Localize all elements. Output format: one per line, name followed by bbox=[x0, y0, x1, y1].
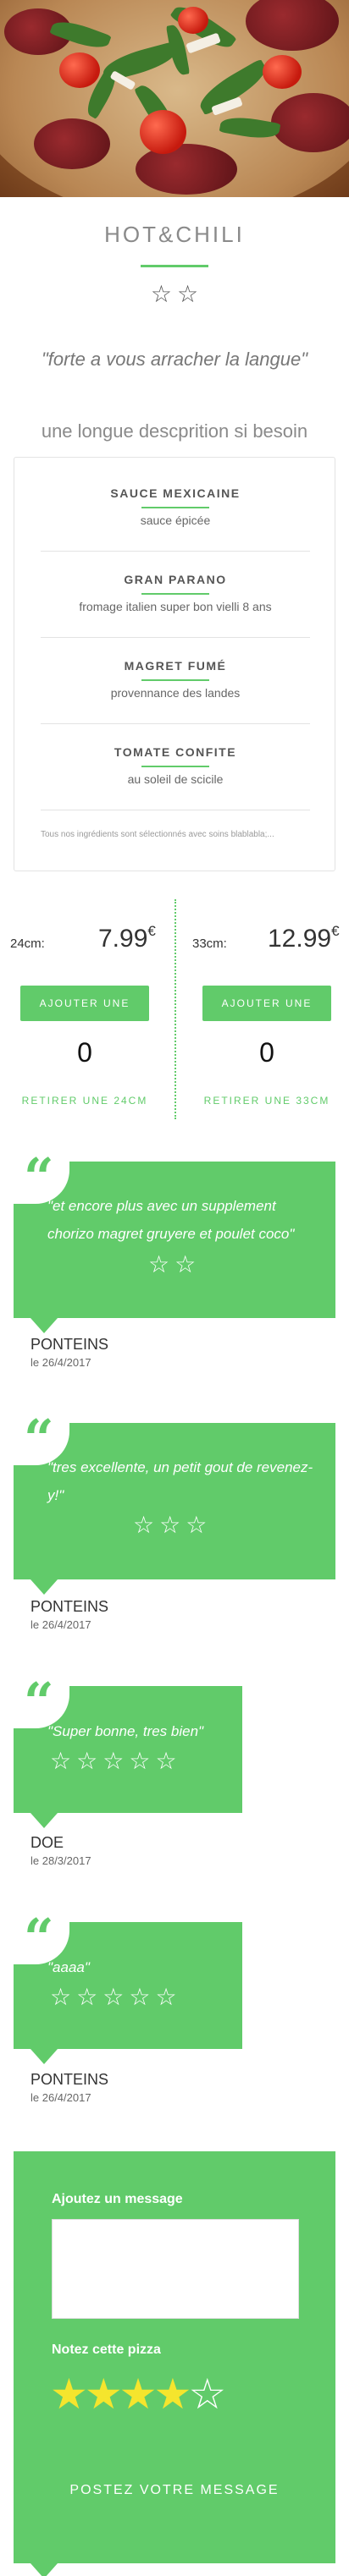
review-card: “ "et encore plus avec un supplement cho… bbox=[14, 1151, 335, 1333]
review-card: “ "tres excellente, un petit gout de rev… bbox=[14, 1413, 335, 1595]
review-text: "et encore plus avec un supplement chori… bbox=[47, 1198, 295, 1242]
review-text: "Super bonne, tres bien" bbox=[47, 1723, 204, 1739]
rate-label: Notez cette pizza bbox=[52, 2343, 161, 2357]
review-author: PONTEINS bbox=[30, 1598, 109, 1615]
review-date: le 26/4/2017 bbox=[30, 1356, 91, 1369]
ingredient-name: SAUCE MEXICAINE bbox=[110, 486, 241, 500]
product-tagline: "forte a vous arracher la langue" bbox=[41, 349, 307, 370]
quantity-33: 0 bbox=[259, 1037, 274, 1068]
review-author: PONTEINS bbox=[30, 2071, 109, 2088]
size-label-24: 24cm: bbox=[10, 936, 45, 951]
title-divider bbox=[141, 265, 208, 267]
ingredient-item: MAGRET FUMÉ provennance des landes bbox=[41, 659, 310, 700]
remove-33cm-button[interactable]: RETIRER UNE 33CM bbox=[202, 1095, 331, 1107]
review-card: “ "Super bonne, tres bien" ☆ ☆ ☆ ☆ ☆ bbox=[14, 1676, 242, 1828]
review-stars: ☆ ☆ ☆ ☆ ☆ bbox=[47, 1749, 180, 1773]
review-author: DOE bbox=[30, 1834, 64, 1851]
star-outline-icon: ☆ bbox=[76, 1983, 98, 2011]
add-24cm-button[interactable]: AJOUTER UNE 24CM bbox=[20, 986, 149, 1045]
star-outline-icon: ☆ bbox=[76, 1747, 98, 1775]
star-filled-icon[interactable]: ★ bbox=[153, 2373, 191, 2415]
ingredient-name: GRAN PARANO bbox=[124, 573, 227, 586]
add-33cm-button[interactable]: AJOUTER UNE 33CM bbox=[202, 986, 331, 1045]
rating-input[interactable]: ★★★★☆ bbox=[50, 2373, 226, 2415]
price-24: 7.99€ bbox=[98, 923, 156, 953]
review-date: le 26/4/2017 bbox=[30, 2091, 91, 2104]
message-textarea[interactable] bbox=[52, 2219, 299, 2319]
star-outline-icon: ☆ bbox=[133, 1511, 155, 1539]
post-message-button[interactable]: POSTEZ VOTRE MESSAGE bbox=[14, 2483, 335, 2498]
quantity-24: 0 bbox=[77, 1037, 92, 1068]
star-outline-icon: ☆ bbox=[102, 1983, 125, 2011]
ingredients-note: Tous nos ingrédients sont sélectionnés a… bbox=[41, 830, 274, 839]
product-description: une longue descprition si besoin bbox=[41, 420, 308, 442]
star-outline-icon: ☆ bbox=[186, 1511, 208, 1539]
star-outline-icon: ☆ bbox=[102, 1747, 125, 1775]
review-date: le 28/3/2017 bbox=[30, 1854, 91, 1867]
ingredient-desc: provennance des landes bbox=[110, 686, 241, 700]
review-text: "tres excellente, un petit gout de reven… bbox=[47, 1459, 313, 1503]
size-label-33: 33cm: bbox=[192, 936, 227, 951]
review-stars: ☆ ☆ bbox=[146, 1253, 198, 1277]
remove-24cm-button[interactable]: RETIRER UNE 24CM bbox=[20, 1095, 149, 1107]
ingredient-desc: au soleil de scicile bbox=[127, 772, 224, 786]
review-stars: ☆ ☆ ☆ ☆ ☆ bbox=[47, 1986, 180, 2009]
star-outline-icon: ☆ bbox=[129, 1983, 151, 2011]
ingredient-name: MAGRET FUMÉ bbox=[124, 659, 227, 673]
star-outline-icon: ☆ bbox=[155, 1747, 177, 1775]
pizza-photo bbox=[0, 0, 349, 197]
review-author: PONTEINS bbox=[30, 1336, 109, 1353]
price-33: 12.99€ bbox=[268, 923, 340, 953]
star-outline-icon: ☆ bbox=[148, 1250, 170, 1278]
ingredient-item: GRAN PARANO fromage italien super bon vi… bbox=[41, 573, 310, 613]
star-outline-icon: ☆ bbox=[50, 1983, 72, 2011]
ingredients-card: SAUCE MEXICAINE sauce épicée GRAN PARANO… bbox=[14, 457, 335, 871]
ingredient-item: TOMATE CONFITE au soleil de scicile bbox=[41, 745, 310, 786]
star-outline-icon: ☆ bbox=[159, 1511, 181, 1539]
product-title: HOT&CHILI bbox=[104, 222, 245, 247]
ingredient-item: SAUCE MEXICAINE sauce épicée bbox=[41, 486, 310, 527]
review-card: “ "aaaa" ☆ ☆ ☆ ☆ ☆ bbox=[14, 1912, 242, 2064]
star-filled-icon[interactable]: ★ bbox=[119, 2373, 158, 2415]
ingredient-desc: fromage italien super bon vielli 8 ans bbox=[79, 600, 272, 613]
star-filled-icon[interactable]: ★ bbox=[85, 2373, 123, 2415]
message-label: Ajoutez un message bbox=[52, 2192, 183, 2206]
ingredient-desc: sauce épicée bbox=[140, 514, 211, 527]
review-text: "aaaa" bbox=[47, 1959, 90, 1975]
star-outline-icon[interactable]: ☆ bbox=[188, 2373, 226, 2415]
star-outline-icon: ☆ bbox=[129, 1747, 151, 1775]
star-outline-icon: ☆ bbox=[155, 1983, 177, 2011]
review-form: Ajoutez un message Notez cette pizza ★★★… bbox=[14, 2151, 335, 2576]
star-filled-icon[interactable]: ★ bbox=[50, 2373, 88, 2415]
review-date: le 26/4/2017 bbox=[30, 1618, 91, 1631]
star-outline-icon: ☆ bbox=[174, 1250, 197, 1278]
ingredient-name: TOMATE CONFITE bbox=[114, 745, 237, 759]
product-rating: ☆ ☆ bbox=[0, 283, 349, 306]
star-outline-icon: ☆ bbox=[177, 280, 199, 308]
size-divider bbox=[174, 899, 176, 1119]
star-outline-icon: ☆ bbox=[150, 280, 172, 308]
review-stars: ☆ ☆ ☆ bbox=[130, 1513, 209, 1537]
star-outline-icon: ☆ bbox=[50, 1747, 72, 1775]
